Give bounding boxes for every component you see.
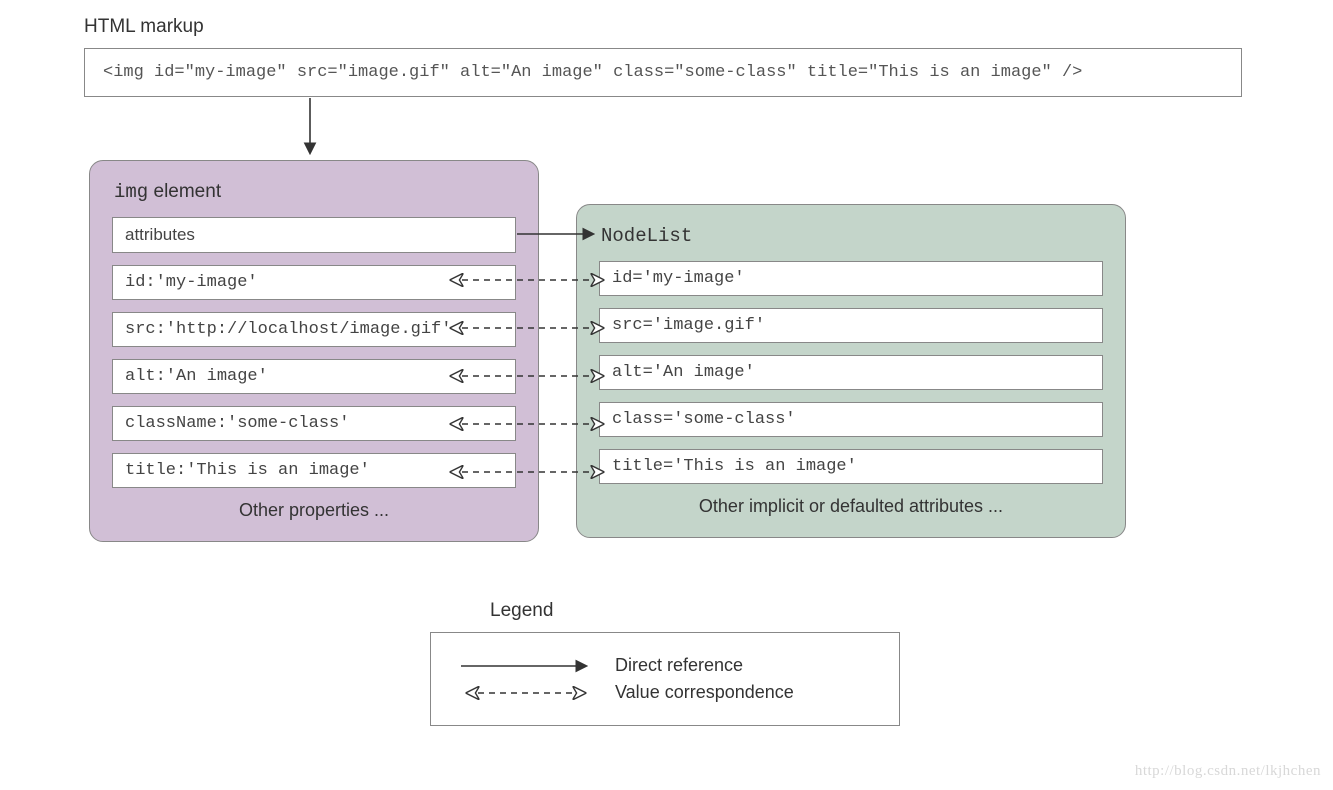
prop-row-title: title:'This is an image' [112, 453, 516, 488]
attributes-row: attributes [112, 217, 516, 253]
other-properties-note: Other properties ... [112, 500, 516, 521]
prop-row-classname: className:'some-class' [112, 406, 516, 441]
nodelist-panel: NodeList id='my-image' src='image.gif' a… [576, 204, 1126, 538]
attr-row-title: title='This is an image' [599, 449, 1103, 484]
img-element-panel: img element attributes id:'my-image' src… [89, 160, 539, 542]
attr-row-id: id='my-image' [599, 261, 1103, 296]
legend-value-label: Value correspondence [615, 682, 794, 703]
legend-box: Direct reference Value correspondence [430, 632, 900, 726]
nodelist-title: NodeList [601, 225, 1103, 247]
img-code-word: img [114, 181, 148, 203]
legend-direct-label: Direct reference [615, 655, 743, 676]
arrow-solid-icon [457, 657, 597, 675]
prop-row-alt: alt:'An image' [112, 359, 516, 394]
attr-row-class: class='some-class' [599, 402, 1103, 437]
markup-section-title: HTML markup [84, 16, 204, 38]
img-element-title: img element [114, 181, 516, 203]
prop-row-src: src:'http://localhost/image.gif' [112, 312, 516, 347]
other-attributes-note: Other implicit or defaulted attributes .… [599, 496, 1103, 517]
arrow-markup-to-element [300, 98, 320, 160]
legend-direct-reference: Direct reference [457, 655, 873, 676]
attr-row-alt: alt='An image' [599, 355, 1103, 390]
img-element-word: element [148, 181, 221, 202]
attr-row-src: src='image.gif' [599, 308, 1103, 343]
prop-row-id: id:'my-image' [112, 265, 516, 300]
legend-value-correspondence: Value correspondence [457, 682, 873, 703]
markup-code-box: <img id="my-image" src="image.gif" alt="… [84, 48, 1242, 97]
legend-title: Legend [490, 600, 553, 622]
arrow-dashed-double-icon [457, 684, 597, 702]
watermark: http://blog.csdn.net/lkjhchen [1135, 763, 1321, 780]
